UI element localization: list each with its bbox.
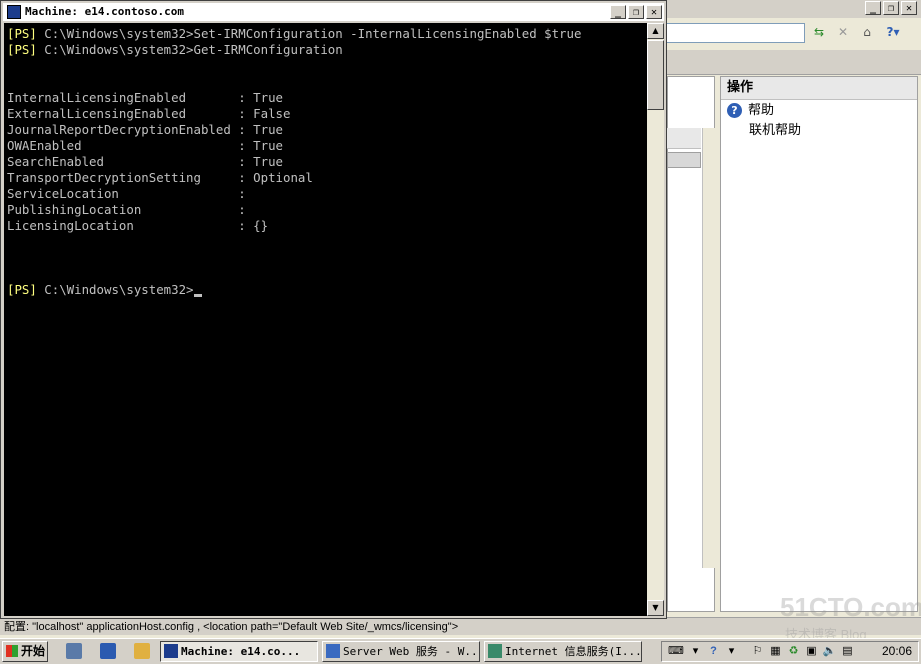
console-title: Machine: e14.contoso.com	[25, 5, 184, 18]
go-icon[interactable]: ⇆	[810, 23, 828, 41]
close-button[interactable]: ✕	[901, 1, 917, 15]
console-prompt: [PS]	[7, 282, 37, 297]
features-column-header	[667, 152, 701, 168]
clock[interactable]: 20:06	[882, 642, 912, 661]
explorer-icon[interactable]	[134, 643, 150, 659]
minimize-button[interactable]: _	[865, 1, 881, 15]
taskbar: 开始 ⌨ ▾ ? ▾ ⚐ ▦ ♻ ▣ 🔈 ▤ 20:06 Machine: e1…	[0, 638, 921, 664]
watermark-logo: 51CTO.com	[780, 592, 921, 622]
volume-icon[interactable]: 🔈	[822, 644, 837, 659]
console-line-text: InternalLicensingEnabled : True	[7, 90, 284, 105]
console-line: TransportDecryptionSetting : Optional	[7, 170, 581, 186]
actions-pane: 操作 ? 帮助 联机帮助	[720, 76, 918, 612]
console-line: [PS] C:\Windows\system32>	[7, 282, 581, 298]
features-scrollbar[interactable]	[702, 128, 716, 568]
console-line: LicensingLocation : {}	[7, 218, 581, 234]
taskbar-app-icon	[164, 644, 178, 658]
console-close-button[interactable]: ✕	[646, 5, 662, 19]
console-line: PublishingLocation :	[7, 202, 581, 218]
tray-options-icon[interactable]: ▾	[724, 644, 739, 659]
start-label: 开始	[21, 644, 46, 658]
address-bar[interactable]	[660, 23, 805, 43]
console-line-text: SearchEnabled : True	[7, 154, 284, 169]
taskbar-app-icon	[488, 644, 502, 658]
taskbar-app-icon	[326, 644, 340, 658]
console-cursor	[193, 294, 202, 297]
console-line-text: TransportDecryptionSetting : Optional	[7, 170, 313, 185]
console-line: [PS] C:\Windows\system32>Set-IRMConfigur…	[7, 26, 581, 42]
console-line: ServiceLocation :	[7, 186, 581, 202]
scroll-thumb[interactable]	[647, 40, 664, 110]
scroll-down-button[interactable]: ▼	[647, 600, 664, 616]
online-help-link[interactable]: 联机帮助	[749, 121, 801, 141]
features-header	[667, 128, 701, 149]
console-prompt: [PS]	[7, 26, 37, 41]
console-line: JournalReportDecryptionEnabled : True	[7, 122, 581, 138]
taskbar-button-label: Internet 信息服务(I...	[505, 645, 642, 658]
home-icon[interactable]: ⌂	[858, 23, 876, 41]
restore-button[interactable]: ❐	[883, 1, 899, 15]
keyboard-icon[interactable]: ⌨	[668, 644, 684, 659]
windows-flag-icon	[6, 645, 18, 657]
taskbar-button[interactable]: Server Web 服务 - W...	[322, 641, 480, 662]
console-line-text: ServiceLocation :	[7, 186, 246, 201]
console-scrollbar[interactable]: ▲ ▼	[647, 23, 664, 616]
server-manager-icon[interactable]	[66, 643, 82, 659]
taskbar-button-label: Server Web 服务 - W...	[343, 645, 480, 658]
start-button[interactable]: 开始	[2, 641, 48, 662]
taskbar-button[interactable]: Internet 信息服务(I...	[484, 641, 642, 662]
console-minimize-button[interactable]: _	[610, 5, 626, 19]
taskbar-button-label: Machine: e14.co...	[181, 645, 301, 658]
console-text: [PS] C:\Windows\system32>Set-IRMConfigur…	[7, 26, 581, 298]
powershell-quicklaunch-icon[interactable]	[100, 643, 116, 659]
console-line-text: ExternalLicensingEnabled : False	[7, 106, 291, 121]
security-icon[interactable]: ▤	[840, 644, 855, 659]
console-restore-button[interactable]: ❐	[628, 5, 644, 19]
console-line-text: JournalReportDecryptionEnabled : True	[7, 122, 284, 137]
console-line-text: C:\Windows\system32>	[36, 282, 194, 297]
connection-icon[interactable]: ♻	[786, 644, 801, 659]
stop-icon[interactable]: ✕	[834, 23, 852, 41]
console-line-text: LicensingLocation : {}	[7, 218, 269, 233]
console-line-text: OWAEnabled : True	[7, 138, 284, 153]
scroll-up-button[interactable]: ▲	[647, 23, 664, 39]
display-icon[interactable]: ▣	[804, 644, 819, 659]
powershell-icon[interactable]	[7, 5, 21, 19]
flag-icon[interactable]: ⚐	[750, 644, 765, 659]
tray-arrow-icon[interactable]: ▾	[688, 644, 703, 659]
console-line: OWAEnabled : True	[7, 138, 581, 154]
toolbar-strip	[667, 50, 921, 75]
console-line: ExternalLicensingEnabled : False	[7, 106, 581, 122]
system-tray: ⌨ ▾ ? ▾ ⚐ ▦ ♻ ▣ 🔈 ▤ 20:06	[661, 641, 919, 662]
console-line-text: C:\Windows\system32>Get-IRMConfiguration	[36, 42, 343, 57]
taskbar-button[interactable]: Machine: e14.co...	[160, 641, 318, 662]
network-icon[interactable]: ▦	[768, 644, 783, 659]
help-dropdown-icon[interactable]: ?▾	[884, 23, 902, 41]
console-line: [PS] C:\Windows\system32>Get-IRMConfigur…	[7, 42, 581, 58]
console-line-text: PublishingLocation :	[7, 202, 246, 217]
powershell-console-window[interactable]: Machine: e14.contoso.com _ ❐ ✕ [PS] C:\W…	[0, 0, 667, 619]
console-line-text: C:\Windows\system32>Set-IRMConfiguration…	[36, 26, 582, 41]
help-icon[interactable]: ?	[727, 103, 742, 118]
console-output[interactable]: [PS] C:\Windows\system32>Set-IRMConfigur…	[4, 23, 647, 616]
actions-header: 操作	[721, 77, 917, 100]
console-prompt: [PS]	[7, 42, 37, 57]
console-titlebar[interactable]: Machine: e14.contoso.com _ ❐ ✕	[3, 3, 664, 21]
help-link[interactable]: 帮助	[748, 101, 774, 121]
help-tray-icon[interactable]: ?	[706, 644, 721, 659]
console-line: InternalLicensingEnabled : True	[7, 90, 581, 106]
console-line: SearchEnabled : True	[7, 154, 581, 170]
